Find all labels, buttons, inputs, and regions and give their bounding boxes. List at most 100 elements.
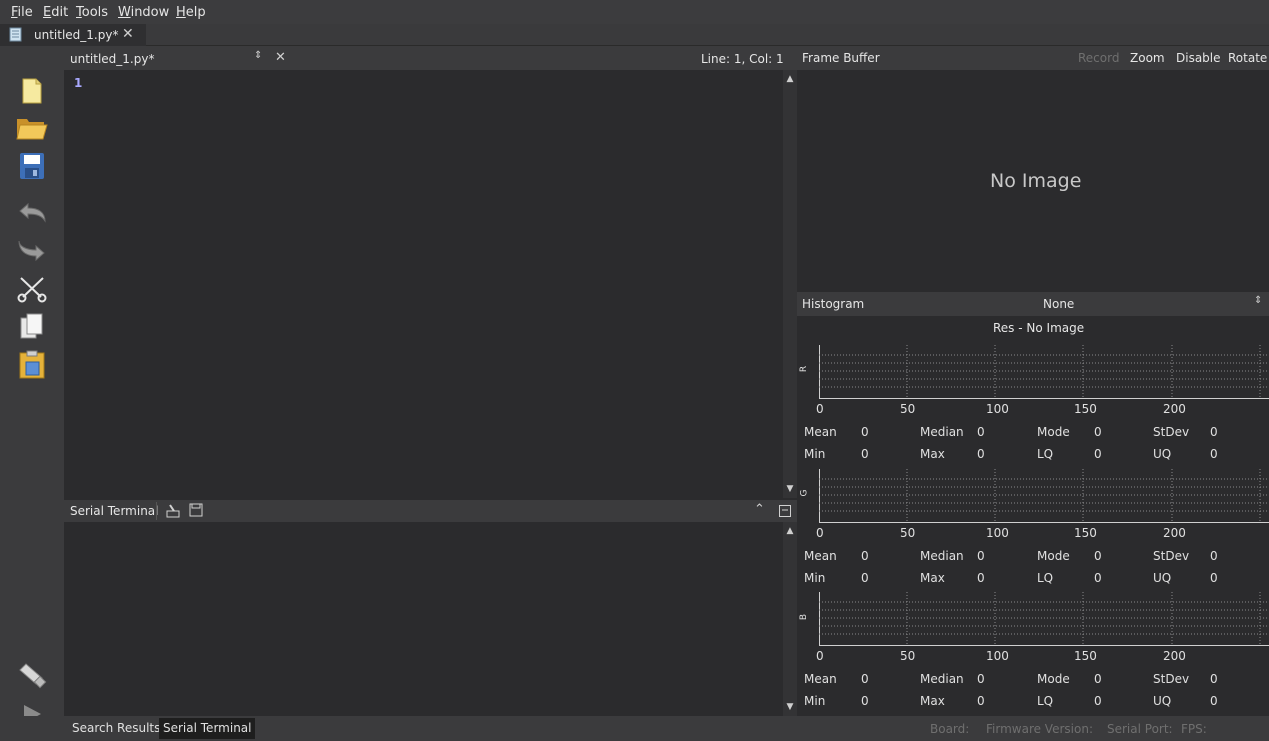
stat-label: UQ bbox=[1153, 447, 1172, 461]
menu-edit[interactable]: Edit bbox=[43, 5, 68, 20]
scroll-down-icon[interactable]: ▼ bbox=[783, 700, 797, 714]
open-folder-icon[interactable] bbox=[14, 110, 50, 144]
stat-value: 0 bbox=[1094, 447, 1102, 461]
axis-tick: 200 bbox=[1163, 649, 1186, 663]
record-button[interactable]: Record bbox=[1078, 51, 1119, 65]
histogram-subtitle: Res - No Image bbox=[993, 321, 1085, 335]
axis-tick: 50 bbox=[900, 526, 916, 540]
stat-value: 0 bbox=[861, 672, 869, 686]
copy-icon[interactable] bbox=[14, 310, 50, 344]
scroll-down-icon[interactable]: ▼ bbox=[783, 482, 797, 496]
undo-icon[interactable] bbox=[14, 196, 50, 230]
disable-button[interactable]: Disable bbox=[1176, 51, 1221, 65]
stat-label: Median bbox=[920, 549, 964, 563]
frame-buffer-title: Frame Buffer bbox=[802, 51, 880, 65]
menu-window[interactable]: Window bbox=[118, 5, 169, 20]
editor-header: untitled_1.py* ⇕ ✕ Line: 1, Col: 1 bbox=[64, 46, 797, 70]
paste-icon[interactable] bbox=[14, 348, 50, 382]
stat-label: Mean bbox=[804, 549, 837, 563]
scroll-up-icon[interactable]: ▲ bbox=[783, 72, 797, 86]
stat-value: 0 bbox=[861, 571, 869, 585]
python-file-icon bbox=[9, 27, 23, 45]
editor-scrollbar[interactable]: ▲ ▼ bbox=[783, 70, 797, 498]
close-file-icon[interactable]: ✕ bbox=[275, 50, 286, 65]
document-tab[interactable]: untitled_1.py* ✕ bbox=[0, 24, 146, 46]
histogram-title: Histogram bbox=[802, 297, 865, 311]
axis-tick: 150 bbox=[1074, 402, 1097, 416]
serial-terminal-output[interactable] bbox=[64, 522, 783, 716]
menu-tools[interactable]: Tools bbox=[76, 5, 108, 20]
collapse-icon[interactable]: ⌃ bbox=[754, 502, 765, 517]
terminal-scrollbar[interactable]: ▲ ▼ bbox=[783, 522, 797, 716]
histogram-panel: Res - No Image R 0 50 100 150 200 Mean 0… bbox=[797, 316, 1269, 716]
close-tab-icon[interactable]: ✕ bbox=[122, 26, 134, 42]
clear-terminal-icon[interactable] bbox=[165, 503, 181, 522]
stat-label: LQ bbox=[1037, 571, 1054, 585]
stat-label: Mean bbox=[804, 425, 837, 439]
undock-icon[interactable] bbox=[779, 505, 791, 520]
stat-value: 0 bbox=[1094, 571, 1102, 585]
stat-value: 0 bbox=[861, 549, 869, 563]
histogram-plot-g bbox=[819, 469, 1269, 523]
stat-value: 0 bbox=[861, 447, 869, 461]
line-number: 1 bbox=[74, 76, 83, 90]
stat-label: StDev bbox=[1153, 672, 1190, 686]
stat-value: 0 bbox=[1094, 425, 1102, 439]
tab-search-results[interactable]: Search Results bbox=[68, 718, 164, 739]
axis-tick: 0 bbox=[816, 402, 824, 416]
cut-icon[interactable] bbox=[14, 272, 50, 306]
fps-label: FPS: bbox=[1181, 722, 1207, 736]
file-selector-arrows-icon[interactable]: ⇕ bbox=[254, 50, 262, 61]
channel-label: B bbox=[799, 613, 810, 621]
firmware-label: Firmware Version: bbox=[986, 722, 1093, 736]
stat-value: 0 bbox=[1094, 672, 1102, 686]
menu-help[interactable]: Help bbox=[176, 5, 206, 20]
stat-label: UQ bbox=[1153, 571, 1172, 585]
axis-tick: 150 bbox=[1074, 649, 1097, 663]
stat-label: StDev bbox=[1153, 549, 1190, 563]
connect-icon[interactable] bbox=[14, 658, 50, 692]
file-selector[interactable]: untitled_1.py* bbox=[70, 52, 154, 66]
menu-file[interactable]: File bbox=[11, 5, 33, 20]
histogram-plot-b bbox=[819, 592, 1269, 646]
save-icon[interactable] bbox=[14, 149, 50, 183]
stat-label: Min bbox=[804, 447, 826, 461]
stat-label: UQ bbox=[1153, 694, 1172, 708]
scroll-up-icon[interactable]: ▲ bbox=[783, 524, 797, 538]
select-arrows-icon[interactable]: ⇕ bbox=[1254, 295, 1262, 306]
stat-value: 0 bbox=[1210, 694, 1218, 708]
zoom-button[interactable]: Zoom bbox=[1130, 51, 1165, 65]
document-tab-bar: untitled_1.py* ✕ bbox=[0, 24, 1269, 46]
stat-label: Mode bbox=[1037, 425, 1070, 439]
stat-label: LQ bbox=[1037, 694, 1054, 708]
new-file-icon[interactable] bbox=[14, 74, 50, 108]
stat-label: Median bbox=[920, 672, 964, 686]
status-bar: Search Results Serial Terminal Board: Fi… bbox=[0, 716, 1269, 741]
code-editor[interactable] bbox=[64, 70, 783, 498]
save-terminal-icon[interactable] bbox=[189, 503, 203, 520]
stat-label: LQ bbox=[1037, 447, 1054, 461]
line-number-gutter: 1 bbox=[64, 70, 104, 498]
serial-terminal-title: Serial Terminal bbox=[70, 504, 159, 518]
axis-tick: 100 bbox=[986, 402, 1009, 416]
stat-value: 0 bbox=[1210, 571, 1218, 585]
rotate-button[interactable]: Rotate bbox=[1228, 51, 1267, 65]
serial-port-label: Serial Port: bbox=[1107, 722, 1173, 736]
stat-value: 0 bbox=[977, 549, 985, 563]
axis-tick: 100 bbox=[986, 649, 1009, 663]
stat-value: 0 bbox=[1210, 549, 1218, 563]
stat-value: 0 bbox=[1094, 549, 1102, 563]
divider bbox=[156, 502, 157, 520]
tab-serial-terminal[interactable]: Serial Terminal bbox=[159, 718, 256, 739]
stat-label: Max bbox=[920, 571, 945, 585]
no-image-placeholder: No Image bbox=[990, 170, 1082, 192]
axis-tick: 200 bbox=[1163, 526, 1186, 540]
redo-icon[interactable] bbox=[14, 234, 50, 268]
stat-label: Mode bbox=[1037, 672, 1070, 686]
board-label: Board: bbox=[930, 722, 970, 736]
histogram-plot-r bbox=[819, 345, 1269, 399]
stat-value: 0 bbox=[1094, 694, 1102, 708]
stat-label: Max bbox=[920, 694, 945, 708]
histogram-mode-select[interactable]: None bbox=[1043, 297, 1074, 311]
histogram-header: Histogram None ⇕ bbox=[797, 292, 1269, 316]
